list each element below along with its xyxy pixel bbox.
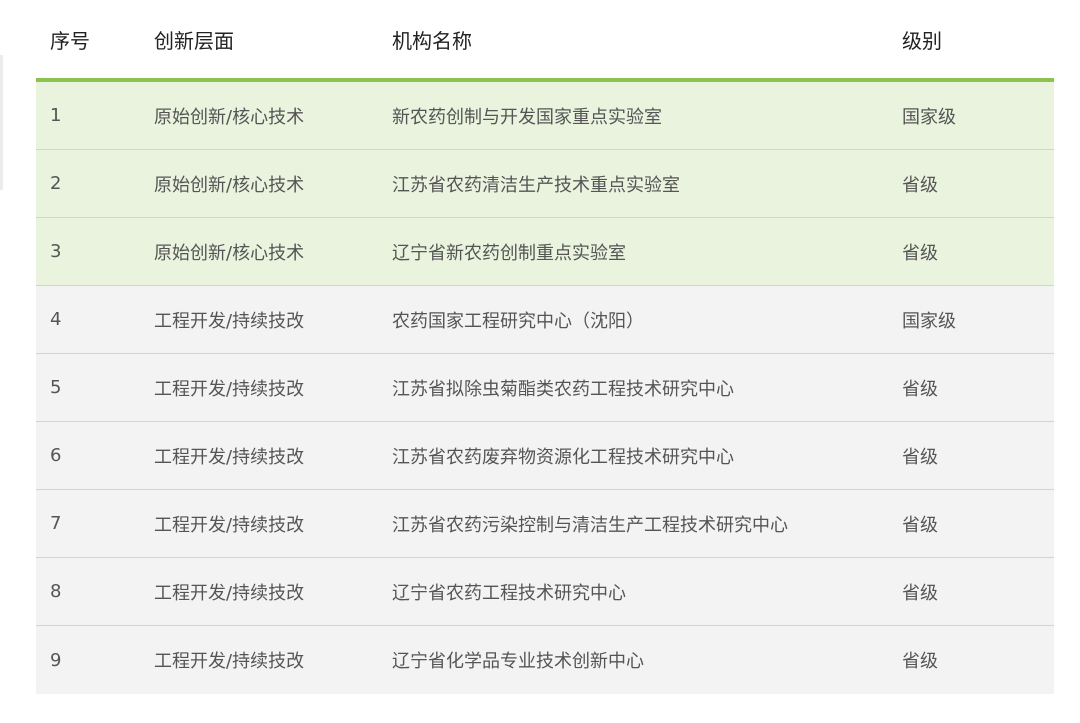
cell-innovation-layer: 工程开发/持续技改	[154, 514, 305, 536]
table-row: 9 工程开发/持续技改 辽宁省化学品专业技术创新中心 省级	[36, 626, 1054, 694]
cell-level: 省级	[902, 582, 938, 604]
left-edge-divider	[0, 55, 3, 190]
table-header: 序号 创新层面 机构名称 级别	[36, 0, 1054, 82]
cell-institution-name: 辽宁省农药工程技术研究中心	[392, 582, 626, 604]
cell-level: 省级	[902, 174, 938, 196]
cell-index: 4	[50, 309, 62, 330]
cell-level: 省级	[902, 651, 938, 672]
cell-index: 5	[50, 377, 62, 398]
cell-innovation-layer: 工程开发/持续技改	[154, 582, 305, 604]
table-row: 4 工程开发/持续技改 农药国家工程研究中心（沈阳） 国家级	[36, 286, 1054, 354]
cell-institution-name: 江苏省拟除虫菊酯类农药工程技术研究中心	[392, 378, 734, 400]
cell-level: 省级	[902, 514, 938, 536]
cell-index: 8	[50, 581, 62, 602]
cell-innovation-layer: 工程开发/持续技改	[154, 446, 305, 468]
institutions-table: 序号 创新层面 机构名称 级别 1 原始创新/核心技术 新农药创制与开发国家重点…	[36, 0, 1054, 694]
cell-index: 6	[50, 445, 62, 466]
cell-index: 1	[50, 105, 62, 126]
cell-institution-name: 江苏省农药污染控制与清洁生产工程技术研究中心	[392, 514, 788, 536]
table-row: 2 原始创新/核心技术 江苏省农药清洁生产技术重点实验室 省级	[36, 150, 1054, 218]
cell-institution-name: 辽宁省新农药创制重点实验室	[392, 242, 626, 264]
cell-institution-name: 新农药创制与开发国家重点实验室	[392, 106, 662, 128]
table-row: 6 工程开发/持续技改 江苏省农药废弃物资源化工程技术研究中心 省级	[36, 422, 1054, 490]
cell-innovation-layer: 工程开发/持续技改	[154, 310, 305, 332]
cell-index: 9	[50, 649, 62, 671]
header-innovation-layer: 创新层面	[154, 28, 234, 53]
cell-institution-name: 江苏省农药清洁生产技术重点实验室	[392, 174, 680, 196]
table-row: 5 工程开发/持续技改 江苏省拟除虫菊酯类农药工程技术研究中心 省级	[36, 354, 1054, 422]
cell-innovation-layer: 原始创新/核心技术	[154, 106, 305, 128]
cell-innovation-layer: 工程开发/持续技改	[154, 378, 305, 400]
cell-level: 国家级	[902, 310, 956, 332]
cell-level: 省级	[902, 242, 938, 264]
table-row: 1 原始创新/核心技术 新农药创制与开发国家重点实验室 国家级	[36, 82, 1054, 150]
cell-index: 3	[50, 241, 62, 262]
header-institution-name: 机构名称	[392, 28, 472, 53]
cell-level: 省级	[902, 378, 938, 400]
table-row: 3 原始创新/核心技术 辽宁省新农药创制重点实验室 省级	[36, 218, 1054, 286]
cell-institution-name: 江苏省农药废弃物资源化工程技术研究中心	[392, 446, 734, 468]
cell-institution-name: 辽宁省化学品专业技术创新中心	[392, 651, 644, 672]
cell-index: 7	[50, 513, 62, 534]
header-index: 序号	[50, 28, 90, 53]
cell-level: 国家级	[902, 106, 956, 128]
cell-innovation-layer: 工程开发/持续技改	[154, 651, 305, 672]
table-row: 7 工程开发/持续技改 江苏省农药污染控制与清洁生产工程技术研究中心 省级	[36, 490, 1054, 558]
cell-institution-name: 农药国家工程研究中心（沈阳）	[392, 310, 644, 332]
cell-index: 2	[50, 173, 62, 194]
cell-innovation-layer: 原始创新/核心技术	[154, 242, 305, 264]
table-row: 8 工程开发/持续技改 辽宁省农药工程技术研究中心 省级	[36, 558, 1054, 626]
cell-level: 省级	[902, 446, 938, 468]
header-level: 级别	[902, 28, 942, 53]
cell-innovation-layer: 原始创新/核心技术	[154, 174, 305, 196]
